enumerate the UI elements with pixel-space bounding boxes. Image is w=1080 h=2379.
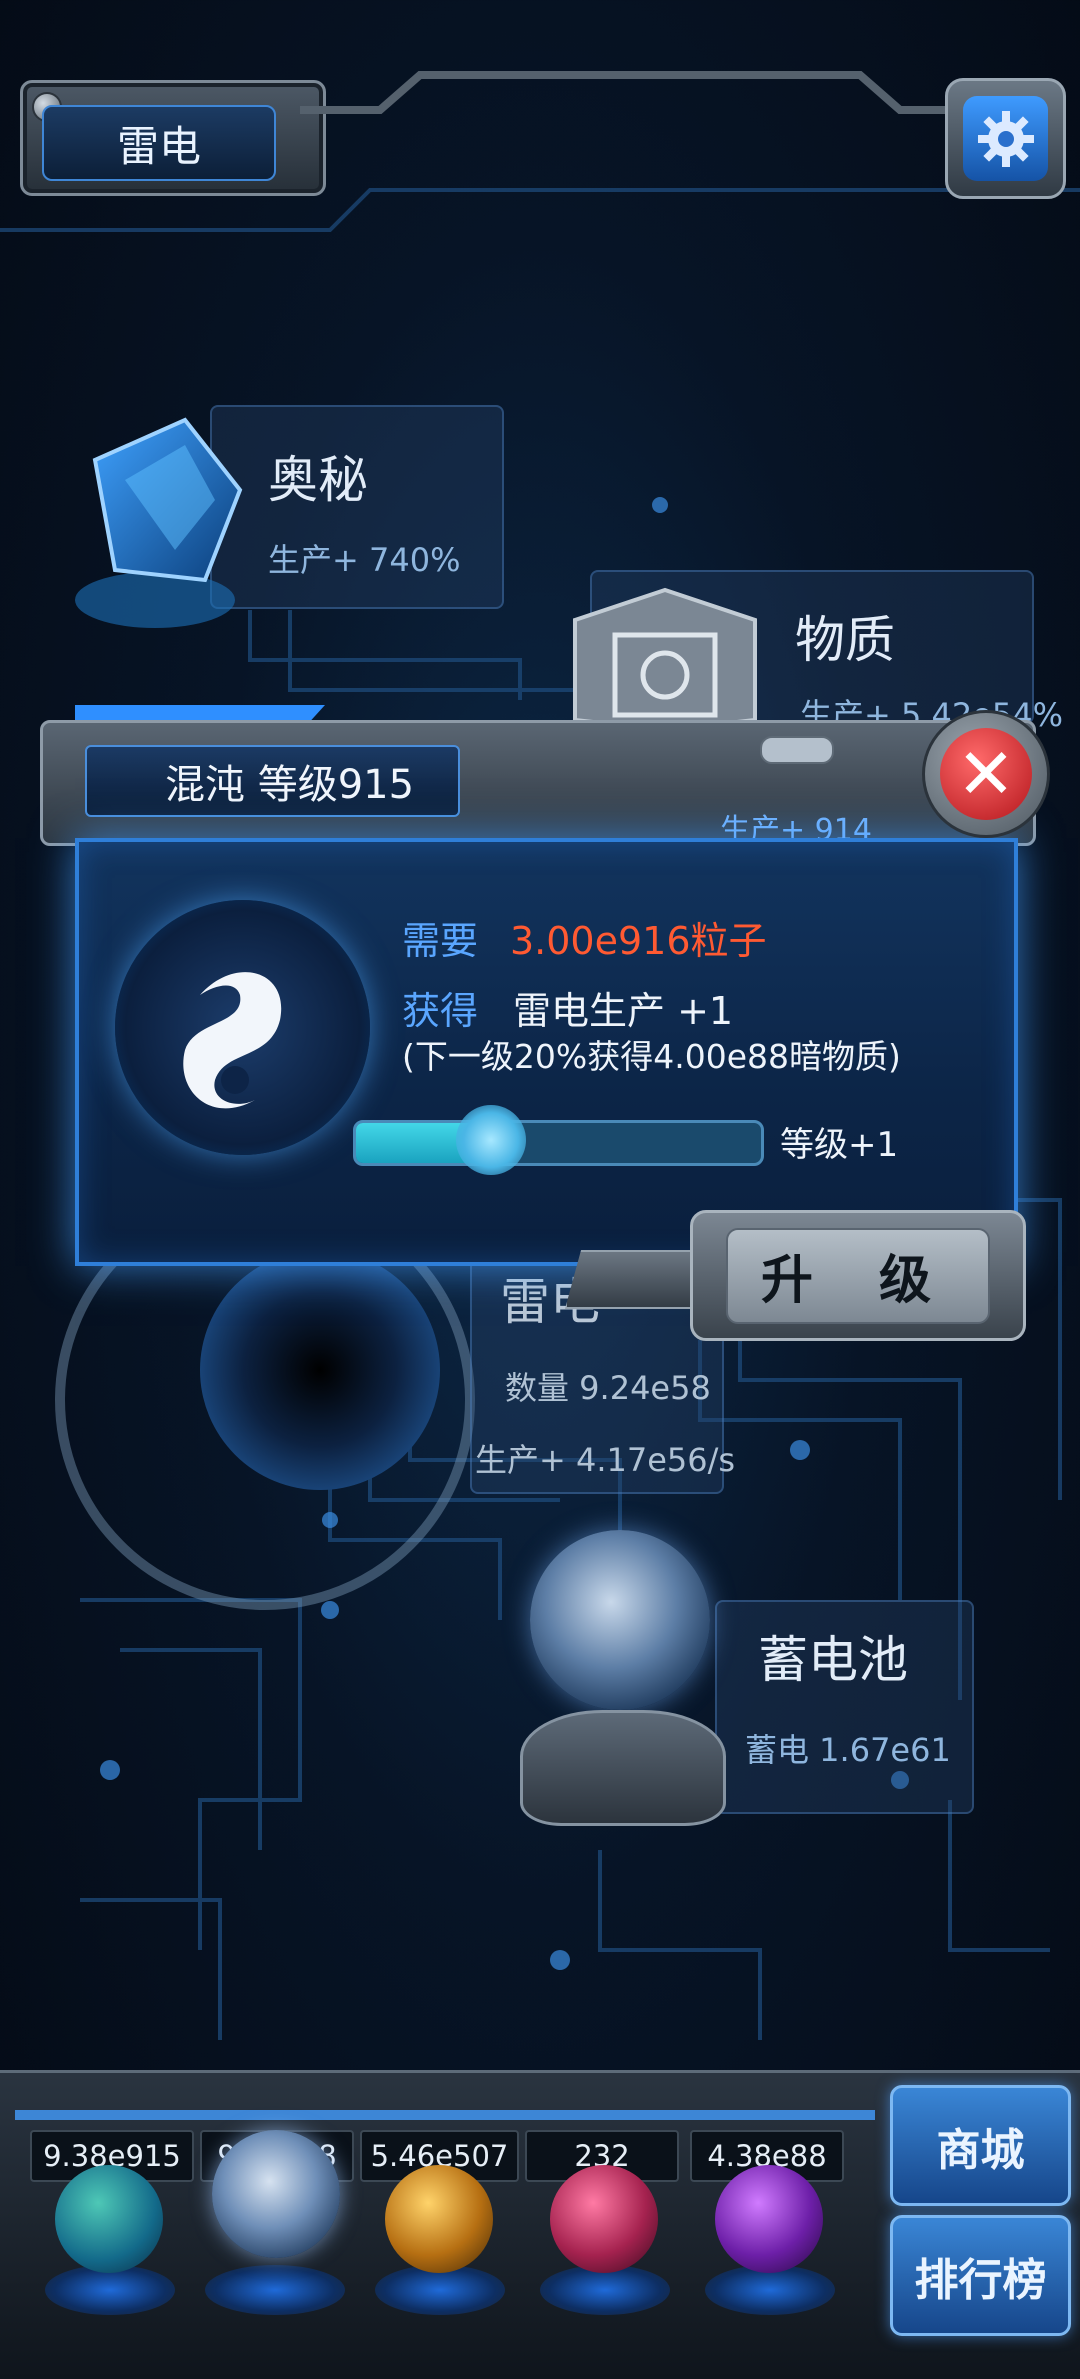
thunder-orb-icon [200, 1250, 440, 1490]
upgrade-button[interactable]: 升 级 [690, 1210, 1026, 1341]
battery-orb-icon [530, 1530, 710, 1710]
ranking-button[interactable]: 排行榜 [890, 2215, 1071, 2336]
progress-knob [455, 1105, 526, 1175]
thunder-production: 生产+ 4.17e56/s [475, 1441, 736, 1479]
pedestal [205, 2265, 345, 2315]
next-level-note: (下一级20%获得4.00e88暗物质) [402, 1037, 901, 1076]
dark-matter-orb-button[interactable] [715, 2165, 823, 2273]
battery-charge: 蓄电 1.67e61 [745, 1731, 951, 1769]
gain-label: 获得 [402, 989, 479, 1033]
dialog-title-text: 混沌 等级915 [165, 762, 415, 808]
matter-title: 物质 [795, 611, 895, 669]
top-bar-frame [300, 71, 950, 114]
upgrade-progress-bar [353, 1120, 764, 1166]
chaos-orb-button[interactable] [55, 2165, 163, 2273]
mystery-crystal-icon [75, 417, 243, 628]
nebula-orb-button[interactable] [550, 2165, 658, 2273]
thunder-orb-button[interactable] [212, 2130, 340, 2258]
energy-orb-button[interactable] [385, 2165, 493, 2273]
shop-button[interactable]: 商城 [890, 2085, 1071, 2206]
close-icon: ✕ [940, 728, 1032, 820]
thunder-quantity: 数量 9.24e58 [505, 1369, 711, 1407]
close-button[interactable]: ✕ [922, 710, 1050, 838]
chaos-yin-yang-icon [115, 900, 370, 1155]
level-gain: 等级+1 [780, 1125, 899, 1165]
page-title: 雷电 [42, 105, 276, 181]
need-value: 3.00e916粒子 [510, 919, 767, 963]
mystery-title: 奥秘 [268, 451, 368, 509]
matter-cube-icon [573, 587, 757, 730]
dialog-header-light [760, 736, 834, 764]
dock-accent-line [15, 2110, 875, 2120]
settings-button[interactable] [945, 78, 1066, 199]
gain-value: 雷电生产 +1 [513, 989, 734, 1033]
battery-base-icon [520, 1710, 726, 1826]
dialog-title: 混沌 等级915 [85, 745, 460, 817]
upgrade-button-label: 升 级 [726, 1227, 990, 1324]
battery-title: 蓄电池 [758, 1631, 908, 1689]
upgrade-button-bracket [565, 1250, 699, 1309]
mystery-production: 生产+ 740% [268, 541, 461, 579]
need-label: 需要 [402, 919, 479, 963]
gear-icon [963, 96, 1048, 181]
